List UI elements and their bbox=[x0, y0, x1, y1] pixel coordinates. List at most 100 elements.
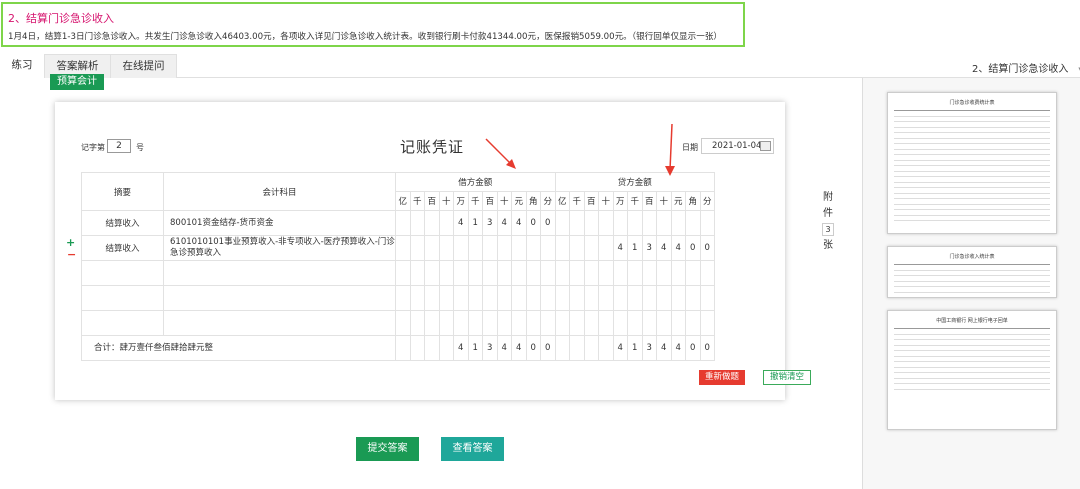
debit-digit[interactable] bbox=[511, 235, 527, 261]
credit-digit[interactable] bbox=[554, 285, 570, 311]
debit-digit[interactable] bbox=[540, 260, 556, 286]
credit-digit[interactable] bbox=[554, 260, 570, 286]
debit-digit[interactable]: 3 bbox=[482, 335, 498, 361]
debit-digit[interactable] bbox=[438, 310, 454, 336]
credit-digit[interactable] bbox=[699, 285, 715, 311]
debit-digit[interactable] bbox=[438, 335, 454, 361]
credit-digit[interactable]: 4 bbox=[656, 335, 672, 361]
row-summary[interactable] bbox=[81, 260, 164, 286]
credit-digit[interactable] bbox=[569, 285, 585, 311]
debit-digit[interactable] bbox=[482, 285, 498, 311]
debit-digit[interactable] bbox=[438, 235, 454, 261]
debit-digit[interactable] bbox=[496, 235, 512, 261]
credit-digit[interactable] bbox=[670, 310, 686, 336]
credit-digit[interactable]: 0 bbox=[685, 335, 701, 361]
row-account[interactable] bbox=[163, 310, 396, 336]
credit-digit[interactable] bbox=[569, 235, 585, 261]
credit-digit[interactable] bbox=[598, 335, 614, 361]
credit-digit[interactable] bbox=[627, 210, 643, 236]
credit-digit[interactable] bbox=[627, 310, 643, 336]
debit-digit[interactable]: 3 bbox=[482, 210, 498, 236]
debit-digit[interactable]: 1 bbox=[467, 210, 483, 236]
budget-accounting-button[interactable]: 预算会计 bbox=[50, 74, 104, 90]
debit-digit[interactable] bbox=[395, 335, 411, 361]
credit-digit[interactable] bbox=[569, 210, 585, 236]
credit-digit[interactable] bbox=[641, 285, 657, 311]
debit-digit[interactable] bbox=[409, 335, 425, 361]
debit-digit[interactable] bbox=[482, 310, 498, 336]
credit-digit[interactable] bbox=[554, 210, 570, 236]
debit-digit[interactable]: 0 bbox=[525, 335, 541, 361]
attachment-count-value[interactable]: 3 bbox=[822, 223, 834, 236]
row-account[interactable] bbox=[163, 285, 396, 311]
credit-digit[interactable]: 4 bbox=[612, 335, 628, 361]
attachment-thumbnail[interactable]: 中国工商银行 网上银行电子回单 bbox=[887, 310, 1057, 430]
debit-digit[interactable] bbox=[395, 285, 411, 311]
credit-digit[interactable]: 3 bbox=[641, 335, 657, 361]
credit-digit[interactable] bbox=[699, 310, 715, 336]
debit-digit[interactable] bbox=[438, 210, 454, 236]
credit-digit[interactable]: 0 bbox=[699, 335, 715, 361]
clear-button[interactable]: 撤销清空 bbox=[763, 370, 811, 385]
credit-digit[interactable] bbox=[598, 260, 614, 286]
credit-digit[interactable] bbox=[569, 310, 585, 336]
debit-digit[interactable] bbox=[453, 260, 469, 286]
credit-digit[interactable] bbox=[569, 335, 585, 361]
credit-digit[interactable]: 1 bbox=[627, 235, 643, 261]
credit-digit[interactable]: 4 bbox=[656, 235, 672, 261]
debit-digit[interactable] bbox=[409, 210, 425, 236]
debit-digit[interactable] bbox=[395, 260, 411, 286]
credit-digit[interactable]: 4 bbox=[670, 335, 686, 361]
debit-digit[interactable]: 4 bbox=[496, 210, 512, 236]
credit-digit[interactable] bbox=[598, 285, 614, 311]
credit-digit[interactable] bbox=[598, 235, 614, 261]
debit-digit[interactable]: 4 bbox=[453, 210, 469, 236]
credit-digit[interactable] bbox=[583, 335, 599, 361]
credit-digit[interactable] bbox=[641, 310, 657, 336]
reset-button[interactable]: 重新做题 bbox=[699, 370, 745, 385]
credit-digit[interactable] bbox=[598, 210, 614, 236]
credit-digit[interactable] bbox=[656, 310, 672, 336]
debit-digit[interactable]: 4 bbox=[453, 335, 469, 361]
debit-digit[interactable] bbox=[540, 310, 556, 336]
debit-digit[interactable] bbox=[525, 260, 541, 286]
view-answer-button[interactable]: 查看答案 bbox=[441, 437, 504, 461]
row-summary[interactable]: 结算收入 bbox=[81, 235, 164, 261]
debit-digit[interactable]: 1 bbox=[467, 335, 483, 361]
debit-digit[interactable] bbox=[409, 235, 425, 261]
row-account[interactable]: 6101010101事业预算收入-非专项收入-医疗预算收入-门诊急诊预算收入 bbox=[163, 235, 396, 261]
credit-digit[interactable] bbox=[554, 235, 570, 261]
credit-digit[interactable] bbox=[641, 210, 657, 236]
debit-digit[interactable] bbox=[540, 235, 556, 261]
debit-digit[interactable] bbox=[511, 310, 527, 336]
calendar-icon[interactable] bbox=[760, 141, 771, 151]
credit-digit[interactable] bbox=[583, 235, 599, 261]
debit-digit[interactable]: 0 bbox=[525, 210, 541, 236]
credit-digit[interactable]: 3 bbox=[641, 235, 657, 261]
debit-digit[interactable]: 4 bbox=[511, 210, 527, 236]
credit-digit[interactable] bbox=[685, 260, 701, 286]
debit-digit[interactable] bbox=[511, 260, 527, 286]
debit-digit[interactable] bbox=[395, 235, 411, 261]
debit-digit[interactable] bbox=[424, 310, 440, 336]
debit-digit[interactable]: 4 bbox=[496, 335, 512, 361]
credit-digit[interactable] bbox=[554, 335, 570, 361]
debit-digit[interactable] bbox=[467, 310, 483, 336]
debit-digit[interactable] bbox=[482, 260, 498, 286]
debit-digit[interactable] bbox=[424, 335, 440, 361]
credit-digit[interactable] bbox=[627, 260, 643, 286]
question-select[interactable]: 2、结算门诊急诊收入▼ bbox=[972, 60, 1080, 75]
submit-answer-button[interactable]: 提交答案 bbox=[356, 437, 419, 461]
credit-digit[interactable] bbox=[685, 285, 701, 311]
credit-digit[interactable]: 0 bbox=[685, 235, 701, 261]
attachment-thumbnail[interactable]: 门诊急诊收费统计表 bbox=[887, 92, 1057, 234]
credit-digit[interactable] bbox=[656, 285, 672, 311]
credit-digit[interactable] bbox=[583, 310, 599, 336]
credit-digit[interactable] bbox=[670, 285, 686, 311]
credit-digit[interactable] bbox=[569, 260, 585, 286]
remove-row-icon[interactable]: − bbox=[67, 248, 76, 261]
credit-digit[interactable] bbox=[699, 210, 715, 236]
tab-online-question[interactable]: 在线提问 bbox=[110, 54, 177, 78]
credit-digit[interactable] bbox=[598, 310, 614, 336]
credit-digit[interactable] bbox=[656, 260, 672, 286]
